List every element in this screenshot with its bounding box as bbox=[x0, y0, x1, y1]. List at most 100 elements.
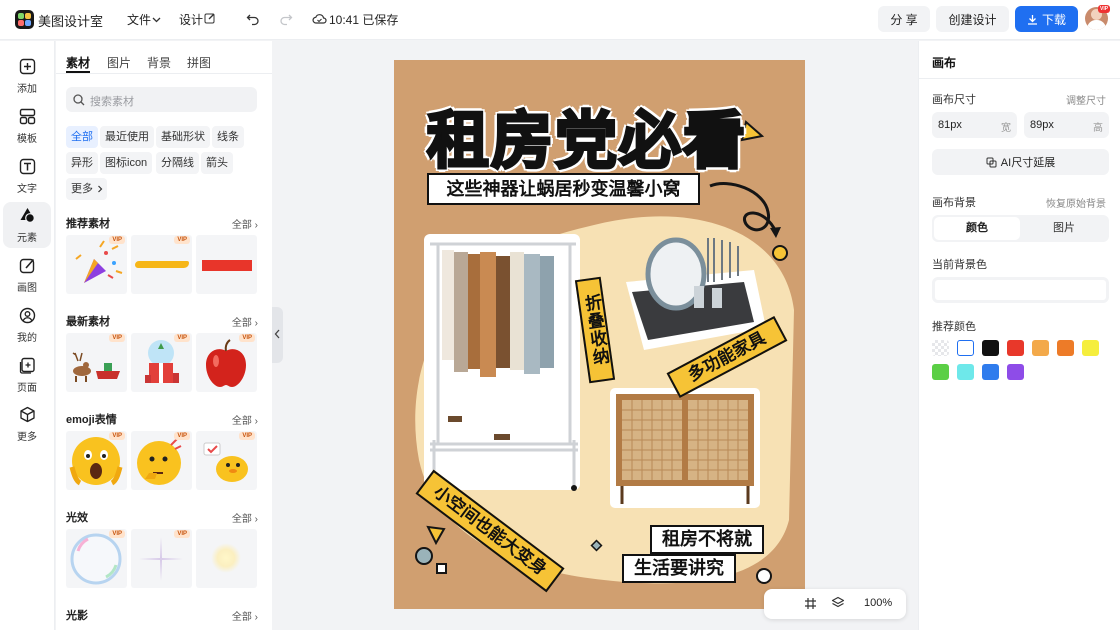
undo-icon[interactable] bbox=[246, 12, 260, 26]
section-title-shadows: 光影 bbox=[66, 610, 88, 622]
seg-image[interactable]: 图片 bbox=[1021, 217, 1107, 240]
section-all-newest[interactable]: 全部 › bbox=[232, 314, 258, 329]
redo-icon[interactable] bbox=[279, 12, 293, 26]
chip-irregular[interactable]: 异形 bbox=[66, 152, 98, 174]
restore-bg-link[interactable]: 恢复原始背景 bbox=[1046, 195, 1106, 210]
current-bg-label: 当前背景色 bbox=[932, 259, 987, 271]
search-input[interactable]: 搜索素材 bbox=[66, 87, 257, 112]
tab-background[interactable]: 背景 bbox=[147, 54, 171, 71]
color-swatch-10[interactable] bbox=[1007, 364, 1024, 380]
download-button[interactable]: 下载 bbox=[1015, 6, 1078, 32]
width-input[interactable]: 81px 宽 bbox=[932, 112, 1017, 138]
arrow-head-icon bbox=[770, 227, 781, 238]
color-swatch-7[interactable] bbox=[932, 364, 949, 380]
chip-all[interactable]: 全部 bbox=[66, 126, 98, 148]
chip-more[interactable]: 更多 bbox=[66, 178, 107, 200]
color-swatch-0[interactable] bbox=[932, 340, 949, 356]
section-all-recommended[interactable]: 全部 › bbox=[232, 216, 258, 231]
material-red-apple[interactable]: VIP bbox=[196, 333, 257, 392]
nav-text[interactable]: 文字 bbox=[3, 153, 51, 199]
material-soft-glow[interactable] bbox=[196, 529, 257, 588]
chip-icons[interactable]: 图标icon bbox=[100, 152, 153, 174]
tab-image[interactable]: 图片 bbox=[107, 54, 131, 71]
poster-subtitle[interactable]: 这些神器让蜗居秒变温馨小窝 bbox=[427, 173, 700, 205]
design-canvas[interactable]: 租房党必看 这些神器让蜗居秒变温馨小窝 折叠收纳 多功能家具 小空间也能大变身 … bbox=[394, 60, 805, 609]
chip-dividers[interactable]: 分隔线 bbox=[156, 152, 199, 174]
template-icon bbox=[19, 108, 36, 125]
material-thinking-emoji[interactable]: VIP bbox=[131, 431, 192, 490]
share-button[interactable]: 分 享 bbox=[878, 6, 930, 32]
brand-logo-icon[interactable] bbox=[15, 10, 34, 29]
material-confetti-popper[interactable]: VIP bbox=[66, 235, 127, 294]
ai-resize-icon bbox=[986, 157, 997, 167]
nav-page[interactable]: 页面 bbox=[3, 352, 51, 398]
section-all-emoji[interactable]: 全部 › bbox=[232, 412, 258, 427]
color-swatch-2[interactable] bbox=[982, 340, 999, 356]
seg-color[interactable]: 颜色 bbox=[934, 217, 1020, 240]
white-dot-icon bbox=[756, 568, 772, 584]
material-shocked-emoji[interactable]: VIP bbox=[66, 431, 127, 490]
material-duck-emoji[interactable]: VIP bbox=[196, 431, 257, 490]
collapse-panel-handle[interactable] bbox=[272, 307, 283, 363]
nav-template[interactable]: 模板 bbox=[3, 103, 51, 149]
color-swatch-5[interactable] bbox=[1057, 340, 1074, 356]
material-snow-globe[interactable]: VIP bbox=[131, 333, 192, 392]
canvas-size-label: 画布尺寸 bbox=[932, 94, 976, 106]
layers-icon[interactable] bbox=[831, 596, 845, 610]
color-swatch-6[interactable] bbox=[1082, 340, 1099, 356]
chip-lines[interactable]: 线条 bbox=[212, 126, 244, 148]
nav-add[interactable]: 添加 bbox=[3, 53, 51, 99]
zoom-level[interactable]: 100% bbox=[864, 597, 892, 609]
color-swatch-9[interactable] bbox=[982, 364, 999, 380]
color-swatch-3[interactable] bbox=[1007, 340, 1024, 356]
vip-badge: VIP bbox=[174, 236, 190, 244]
current-bg-color-input[interactable] bbox=[932, 277, 1109, 303]
recommend-colors-label: 推荐颜色 bbox=[932, 321, 976, 333]
grid-icon[interactable] bbox=[804, 597, 817, 610]
all-label: 全部 bbox=[231, 416, 252, 427]
color-swatch-4[interactable] bbox=[1032, 340, 1049, 356]
tab-collage[interactable]: 拼图 bbox=[187, 54, 211, 71]
color-swatch-1[interactable] bbox=[957, 340, 974, 356]
bg-type-segmented: 颜色 图片 bbox=[932, 215, 1109, 242]
material-star-sparkle[interactable]: VIP bbox=[131, 529, 192, 588]
create-design-button[interactable]: 创建设计 bbox=[936, 6, 1009, 32]
avatar-vip-badge: VIP bbox=[1098, 5, 1111, 13]
plus-square-icon bbox=[19, 58, 36, 75]
user-icon bbox=[19, 307, 36, 324]
vip-badge: VIP bbox=[109, 334, 125, 342]
section-all-light-effects[interactable]: 全部 › bbox=[232, 510, 258, 525]
chip-arrows[interactable]: 箭头 bbox=[201, 152, 233, 174]
download-label: 下载 bbox=[1041, 12, 1066, 27]
height-input[interactable]: 89px 高 bbox=[1024, 112, 1109, 138]
file-menu[interactable]: 文件 bbox=[127, 11, 151, 28]
rattan-cabinet-image bbox=[610, 388, 760, 508]
tag-rent-line1[interactable]: 租房不将就 bbox=[650, 525, 764, 554]
section-all-shadows[interactable]: 全部 › bbox=[232, 608, 258, 623]
ai-extend-button[interactable]: AI尺寸延展 bbox=[932, 149, 1109, 175]
chevron-left-icon bbox=[274, 329, 280, 339]
adjust-size-link[interactable]: 调整尺寸 bbox=[1066, 92, 1106, 107]
vip-badge: VIP bbox=[239, 432, 255, 440]
nav-page-label: 页面 bbox=[17, 383, 37, 394]
design-menu[interactable]: 设计 bbox=[179, 11, 203, 28]
brand-name[interactable]: 美图设计室 bbox=[38, 11, 103, 30]
poster-title[interactable]: 租房党必看 bbox=[425, 90, 747, 180]
nav-elements[interactable]: 元素 bbox=[3, 202, 51, 248]
edit-icon[interactable] bbox=[204, 12, 216, 24]
tab-material[interactable]: 素材 bbox=[66, 54, 90, 71]
nav-more[interactable]: 更多 bbox=[3, 401, 51, 447]
left-nav: 添加 模板 文字 元素 画图 我的 页面 更多 bbox=[0, 41, 55, 630]
clothes-rack-image bbox=[424, 234, 580, 491]
nav-draw[interactable]: 画图 bbox=[3, 252, 51, 298]
material-yellow-brush[interactable]: VIP bbox=[131, 235, 192, 294]
vip-badge: VIP bbox=[174, 334, 190, 342]
tag-rent-line2[interactable]: 生活要讲究 bbox=[622, 554, 736, 583]
material-bubble-glow[interactable]: VIP bbox=[66, 529, 127, 588]
material-reindeer-sleigh[interactable]: VIP bbox=[66, 333, 127, 392]
nav-mine[interactable]: 我的 bbox=[3, 302, 51, 348]
chip-basic-shapes[interactable]: 基础形状 bbox=[156, 126, 210, 148]
chip-recent[interactable]: 最近使用 bbox=[100, 126, 154, 148]
material-red-bar[interactable] bbox=[196, 235, 257, 294]
color-swatch-8[interactable] bbox=[957, 364, 974, 380]
